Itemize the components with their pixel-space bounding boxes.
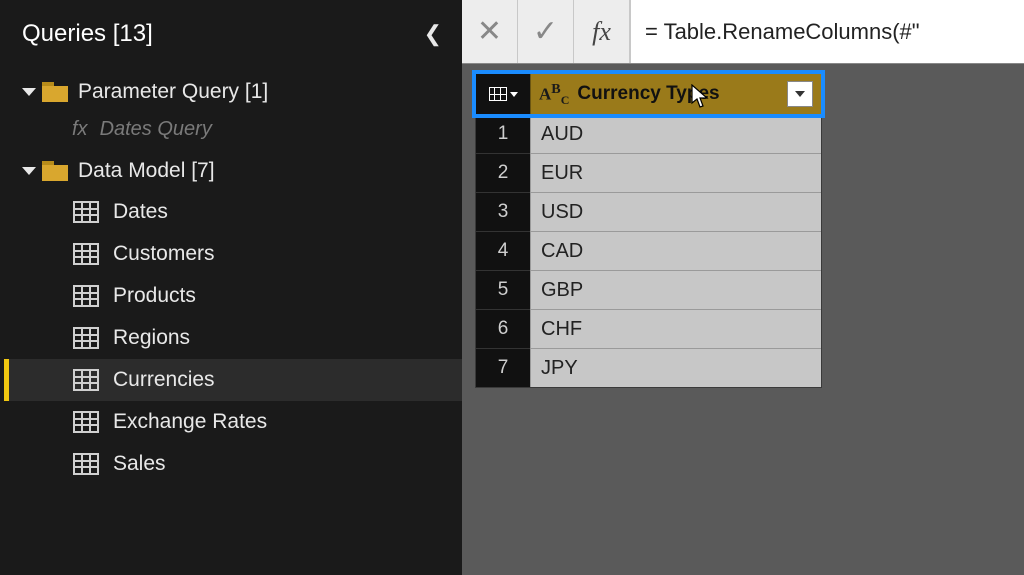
query-label: Customers <box>113 242 215 266</box>
query-customers[interactable]: Customers <box>4 233 462 275</box>
table-icon <box>73 201 99 223</box>
queries-sidebar: Queries [13] ❮ Parameter Query [1] fx Da… <box>0 0 462 575</box>
column-header-currency-types[interactable]: ABC Currency Types <box>530 74 821 114</box>
group-label: Parameter Query [1] <box>78 80 268 104</box>
table-icon <box>489 87 507 101</box>
query-sales[interactable]: Sales <box>4 443 462 485</box>
query-regions[interactable]: Regions <box>4 317 462 359</box>
group-data-model[interactable]: Data Model [7] <box>4 151 462 191</box>
formula-input[interactable]: = Table.RenameColumns(#" <box>630 0 1024 63</box>
row-number: 2 <box>476 153 530 192</box>
column-header-label: Currency Types <box>577 83 719 105</box>
formula-bar: ✕ ✓ fx = Table.RenameColumns(#" <box>462 0 1024 64</box>
close-icon: ✕ <box>477 14 502 49</box>
query-label: Dates <box>113 200 168 224</box>
query-label: Sales <box>113 452 166 476</box>
cell[interactable]: CAD <box>530 231 821 270</box>
row-number: 1 <box>476 114 530 153</box>
table-row[interactable]: 1AUD <box>476 114 821 153</box>
folder-icon <box>42 161 68 181</box>
preview-table: ABC Currency Types 1AUD 2EUR 3USD 4CAD 5… <box>476 74 821 387</box>
table-icon <box>73 243 99 265</box>
table-row[interactable]: 4CAD <box>476 231 821 270</box>
query-label: Dates Query <box>100 118 212 141</box>
column-filter-button[interactable] <box>787 81 813 107</box>
cell[interactable]: AUD <box>530 114 821 153</box>
check-icon: ✓ <box>533 14 558 49</box>
query-products[interactable]: Products <box>4 275 462 317</box>
caret-down-icon <box>22 167 36 175</box>
data-preview: ABC Currency Types 1AUD 2EUR 3USD 4CAD 5… <box>462 64 1024 387</box>
cell[interactable]: USD <box>530 192 821 231</box>
caret-down-icon <box>22 88 36 96</box>
cell[interactable]: CHF <box>530 309 821 348</box>
text-type-icon: ABC <box>539 82 569 106</box>
table-row[interactable]: 7JPY <box>476 348 821 387</box>
row-number: 5 <box>476 270 530 309</box>
select-all-corner[interactable] <box>476 74 530 114</box>
row-number: 7 <box>476 348 530 387</box>
table-row[interactable]: 3USD <box>476 192 821 231</box>
cell[interactable]: EUR <box>530 153 821 192</box>
query-dates-query-fx[interactable]: fx Dates Query <box>4 112 462 151</box>
sidebar-header: Queries [13] ❮ <box>0 10 462 72</box>
folder-icon <box>42 82 68 102</box>
query-dates[interactable]: Dates <box>4 191 462 233</box>
editor-main: ✕ ✓ fx = Table.RenameColumns(#" ABC Curr… <box>462 0 1024 575</box>
table-row[interactable]: 5GBP <box>476 270 821 309</box>
fx-button[interactable]: fx <box>574 0 630 63</box>
fx-icon: fx <box>592 17 611 47</box>
query-exchange-rates[interactable]: Exchange Rates <box>4 401 462 443</box>
query-label: Products <box>113 284 196 308</box>
row-number: 4 <box>476 231 530 270</box>
commit-formula-button[interactable]: ✓ <box>518 0 574 63</box>
column-headers-row: ABC Currency Types <box>476 74 821 114</box>
cancel-formula-button[interactable]: ✕ <box>462 0 518 63</box>
group-label: Data Model [7] <box>78 159 215 183</box>
query-label: Exchange Rates <box>113 410 267 434</box>
collapse-sidebar-icon[interactable]: ❮ <box>424 21 442 47</box>
query-label: Regions <box>113 326 190 350</box>
query-label: Currencies <box>113 368 215 392</box>
cell[interactable]: GBP <box>530 270 821 309</box>
sidebar-title: Queries [13] <box>22 20 153 48</box>
table-icon <box>73 411 99 433</box>
table-icon <box>73 453 99 475</box>
cell[interactable]: JPY <box>530 348 821 387</box>
chevron-down-icon <box>795 91 805 97</box>
table-icon <box>73 285 99 307</box>
table-icon <box>73 369 99 391</box>
row-number: 3 <box>476 192 530 231</box>
table-row[interactable]: 2EUR <box>476 153 821 192</box>
table-row[interactable]: 6CHF <box>476 309 821 348</box>
chevron-down-icon <box>510 92 518 97</box>
queries-tree: Parameter Query [1] fx Dates Query Data … <box>0 72 462 485</box>
group-parameter-query[interactable]: Parameter Query [1] <box>4 72 462 112</box>
row-number: 6 <box>476 309 530 348</box>
fx-icon: fx <box>72 118 88 141</box>
query-currencies[interactable]: Currencies <box>4 359 462 401</box>
table-icon <box>73 327 99 349</box>
